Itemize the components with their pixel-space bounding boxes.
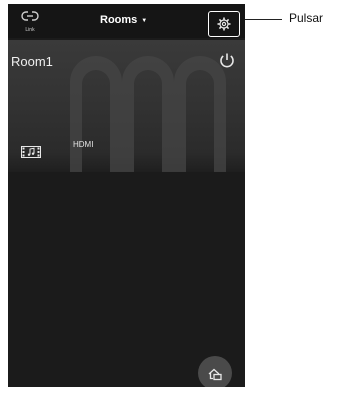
room-name: Room1	[11, 54, 53, 69]
power-icon[interactable]	[218, 51, 236, 69]
settings-button[interactable]	[208, 11, 240, 37]
link-button[interactable]: Link	[14, 7, 46, 35]
chevron-down-icon: ▼	[141, 18, 148, 24]
rooms-dropdown[interactable]: Rooms ▼	[100, 14, 147, 28]
rooms-title: Rooms	[100, 14, 138, 26]
rooms-group-icon	[208, 368, 222, 381]
top-bar: Link Rooms ▼	[8, 4, 245, 38]
callout-leader-line	[245, 19, 282, 20]
film-music-icon	[21, 146, 41, 158]
room-card[interactable]: Room1 HDMI	[8, 40, 245, 172]
link-icon	[21, 11, 39, 21]
rooms-group-button[interactable]	[198, 356, 232, 387]
callout-label: Pulsar	[289, 11, 324, 25]
background-m-graphic	[70, 56, 226, 172]
link-label: Link	[25, 27, 35, 33]
source-label: HDMI	[73, 140, 94, 149]
app-screen: Link Rooms ▼ Room1 HDMI	[8, 4, 245, 387]
gear-icon	[217, 17, 231, 31]
